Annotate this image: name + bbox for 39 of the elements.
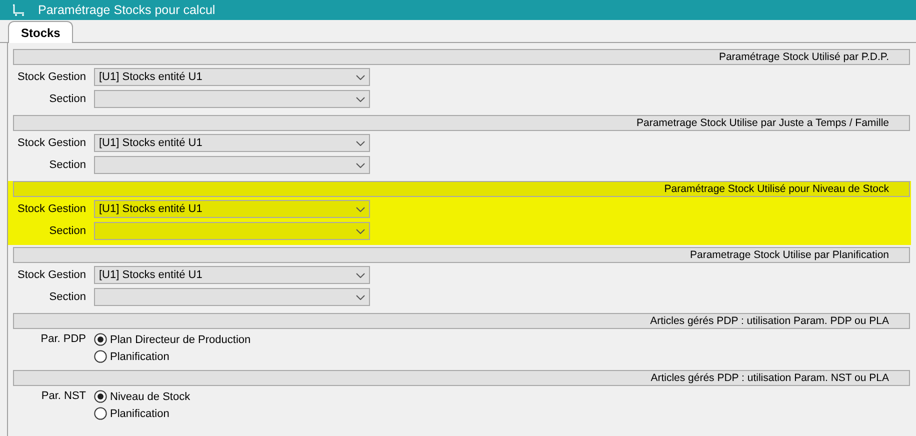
section-header: Parametrage Stock Utilise par Juste a Temps / Famille [13,115,910,131]
radio-label[interactable]: Planification [110,350,170,362]
chevron-down-icon [356,206,365,212]
tab[interactable]: Stocks [8,21,74,43]
field-label: Section [48,93,87,105]
field-label: Stock Gestion [16,269,87,281]
chevron-down-icon [356,96,365,102]
field-label: Par. PDP [40,332,87,347]
section-header: Parametrage Stock Utilise par Planification [13,247,910,263]
section-header: Paramétrage Stock Utilisé par P.D.P. [13,49,910,65]
radio-button[interactable] [94,407,107,420]
window-title: Paramétrage Stocks pour calcul [38,3,216,17]
section-header: Articles gérés PDP : utilisation Param. PDP ou PLA [13,313,910,329]
section-header: Articles gérés PDP : utilisation Param. NST ou PLA [13,370,910,386]
field-label: Section [48,225,87,237]
field-label: Section [48,291,87,303]
radio-label[interactable]: Niveau de Stock [110,390,190,402]
field-label: Par. NST [40,389,87,404]
chevron-down-icon [356,294,365,300]
dropdown[interactable]: [U1] Stocks entité U1 [94,134,370,152]
section-header: Paramétrage Stock Utilisé pour Niveau de Stock [13,181,910,197]
field-label: Stock Gestion [16,137,87,149]
chevron-down-icon [356,228,365,234]
chevron-down-icon [356,272,365,278]
radio-label[interactable]: Plan Directeur de Production [110,334,251,346]
radio-label[interactable]: Planification [110,408,170,420]
chevron-down-icon [356,140,365,146]
chevron-down-icon [356,162,365,168]
field-label: Section [48,159,87,171]
field-label: Stock Gestion [16,71,87,83]
dropdown[interactable]: [U1] Stocks entité U1 [94,68,370,86]
radio-button[interactable] [94,350,107,363]
field-label: Stock Gestion [16,203,87,215]
dropdown[interactable]: [U1] Stocks entité U1 [94,200,370,218]
dropdown[interactable]: [U1] Stocks entité U1 [94,266,370,284]
cart-icon [12,4,26,16]
radio-button[interactable] [94,333,107,346]
radio-button[interactable] [94,390,107,403]
chevron-down-icon [356,74,365,80]
